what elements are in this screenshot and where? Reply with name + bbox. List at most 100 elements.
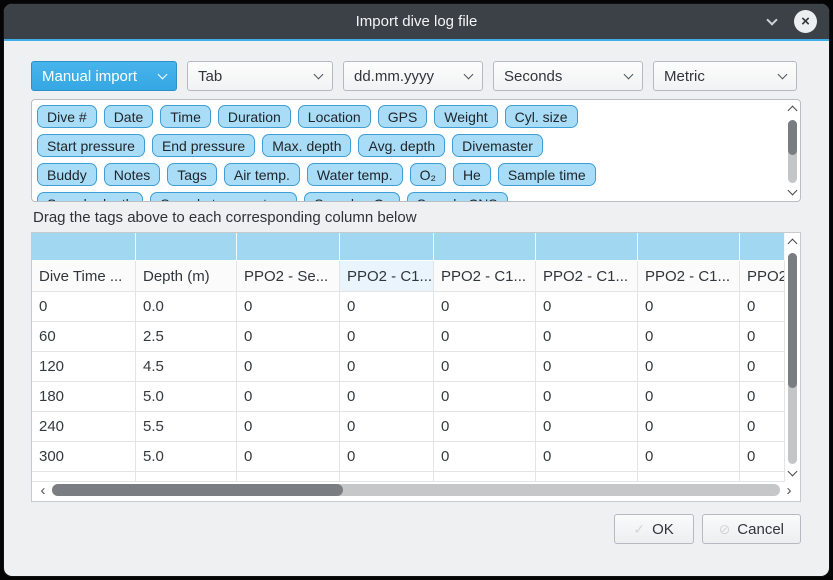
tag-chip-weight[interactable]: Weight <box>434 105 497 128</box>
tag-chip-max-depth[interactable]: Max. depth <box>262 134 351 157</box>
table-row: 60 2.5 0 0 0 0 0 0 <box>32 322 785 352</box>
table-cell: 0 <box>340 292 434 322</box>
column-header: PPO2 - Se... <box>237 261 340 292</box>
scrollbar-track[interactable] <box>52 484 780 496</box>
date-format-select[interactable]: dd.mm.yyyy <box>343 61 483 91</box>
tag-chip-he[interactable]: He <box>453 163 491 186</box>
tag-chip-notes[interactable]: Notes <box>104 163 161 186</box>
duration-format-value: Seconds <box>504 68 562 85</box>
field-separator-select[interactable]: Tab <box>187 61 333 91</box>
import-mode-select[interactable]: Manual import <box>31 61 177 91</box>
duration-format-select[interactable]: Seconds <box>493 61 643 91</box>
table-cell: 5.0 <box>136 382 237 412</box>
column-drop-target[interactable] <box>340 233 434 261</box>
column-drop-target[interactable] <box>32 233 136 261</box>
table-header-row: Dive Time ... Depth (m) PPO2 - Se... PPO… <box>32 261 785 292</box>
table-cell: 0 <box>434 352 536 382</box>
scrollbar-thumb[interactable] <box>52 484 343 496</box>
column-drop-target[interactable] <box>638 233 740 261</box>
close-button[interactable]: × <box>794 10 817 33</box>
tag-chip-avg-depth[interactable]: Avg. depth <box>358 134 445 157</box>
tag-list-scrollbar[interactable] <box>785 100 800 201</box>
table-cell: 0 <box>536 322 638 352</box>
tag-chip-buddy[interactable]: Buddy <box>37 163 97 186</box>
scroll-right-icon[interactable]: › <box>783 483 795 498</box>
scroll-up-icon[interactable] <box>788 106 798 116</box>
column-drop-target[interactable] <box>434 233 536 261</box>
date-format-value: dd.mm.yyyy <box>354 68 434 85</box>
table-horizontal-scrollbar[interactable]: ‹ › <box>32 482 800 501</box>
scrollbar-thumb[interactable] <box>788 253 797 388</box>
table-cell: 0 <box>340 442 434 472</box>
tag-chip-dive-number[interactable]: Dive # <box>37 105 97 128</box>
tag-chip-o2[interactable]: O₂ <box>410 163 446 186</box>
units-select[interactable]: Metric <box>653 61 797 91</box>
table-vertical-scrollbar[interactable] <box>785 233 800 482</box>
table-cell: 0 <box>340 352 434 382</box>
table-cell: 5.5 <box>136 412 237 442</box>
shade-button[interactable] <box>763 13 781 31</box>
table-cell: 0 <box>536 352 638 382</box>
table-cell: 0 <box>237 412 340 442</box>
table-cell: 0 <box>237 352 340 382</box>
table-cell: 180 <box>32 382 136 412</box>
table-cell: 0 <box>740 412 785 442</box>
scroll-left-icon[interactable]: ‹ <box>37 483 49 498</box>
tag-chip-time[interactable]: Time <box>160 105 211 128</box>
column-drop-target[interactable] <box>740 233 785 261</box>
tag-chip-end-pressure[interactable]: End pressure <box>152 134 255 157</box>
scrollbar-thumb[interactable] <box>788 120 797 155</box>
table-cell: 120 <box>32 352 136 382</box>
column-drop-target[interactable] <box>536 233 638 261</box>
dialog-button-row: ✓ OK ⊘ Cancel <box>31 514 801 544</box>
scrollbar-track[interactable] <box>788 120 797 183</box>
tag-chip-tags[interactable]: Tags <box>167 163 217 186</box>
tag-chip-date[interactable]: Date <box>104 105 154 128</box>
scroll-down-icon[interactable] <box>788 467 798 477</box>
table-cell: 0 <box>32 292 136 322</box>
scroll-down-icon[interactable] <box>788 186 798 196</box>
column-drop-target[interactable] <box>237 233 340 261</box>
table-cell: 0 <box>340 412 434 442</box>
units-value: Metric <box>664 68 705 85</box>
table-cell: 0 <box>638 352 740 382</box>
ok-button-label: OK <box>652 521 674 538</box>
table-cell: 0 <box>638 382 740 412</box>
tag-chip-sample-depth[interactable]: Sample depth <box>37 192 143 201</box>
table-cell: 0 <box>536 382 638 412</box>
tag-list: Dive # Date Time Duration Location GPS W… <box>32 100 785 201</box>
table-cell: 0 <box>434 292 536 322</box>
column-header: PPO2 - C1... <box>434 261 536 292</box>
tag-chip-sample-cns[interactable]: Sample CNS <box>407 192 508 201</box>
table-row: 300 5.0 0 0 0 0 0 0 <box>32 442 785 472</box>
tag-chip-sample-po2[interactable]: Sample pO₂ <box>304 192 399 201</box>
column-header: PPO2 - C1... <box>340 261 434 292</box>
cancel-button[interactable]: ⊘ Cancel <box>702 514 801 544</box>
tag-chip-duration[interactable]: Duration <box>218 105 291 128</box>
tag-chip-location[interactable]: Location <box>298 105 371 128</box>
tag-chip-water-temp[interactable]: Water temp. <box>307 163 403 186</box>
table-cell: 0 <box>434 322 536 352</box>
ok-button[interactable]: ✓ OK <box>614 514 694 544</box>
tag-chip-sample-temperature[interactable]: Sample temperature <box>150 192 297 201</box>
column-header: Dive Time ... <box>32 261 136 292</box>
tag-chip-gps[interactable]: GPS <box>378 105 428 128</box>
tag-chip-cyl-size[interactable]: Cyl. size <box>505 105 578 128</box>
table-cell: 0 <box>740 292 785 322</box>
chevron-down-icon <box>464 70 474 80</box>
table-cell: 0 <box>638 292 740 322</box>
scrollbar-track[interactable] <box>788 253 797 464</box>
column-drop-target[interactable] <box>136 233 237 261</box>
table-cell: 0.0 <box>136 292 237 322</box>
table-cell: 4.5 <box>136 352 237 382</box>
tag-chip-start-pressure[interactable]: Start pressure <box>37 134 145 157</box>
tag-chip-sample-time[interactable]: Sample time <box>498 163 596 186</box>
table-cell: 300 <box>32 442 136 472</box>
tag-chip-divemaster[interactable]: Divemaster <box>452 134 543 157</box>
scroll-up-icon[interactable] <box>788 239 798 249</box>
close-icon: × <box>801 14 810 29</box>
csv-preview-table: Dive Time ... Depth (m) PPO2 - Se... PPO… <box>31 232 801 502</box>
tag-chip-air-temp[interactable]: Air temp. <box>224 163 300 186</box>
column-header: Depth (m) <box>136 261 237 292</box>
table-cell: 0 <box>237 442 340 472</box>
